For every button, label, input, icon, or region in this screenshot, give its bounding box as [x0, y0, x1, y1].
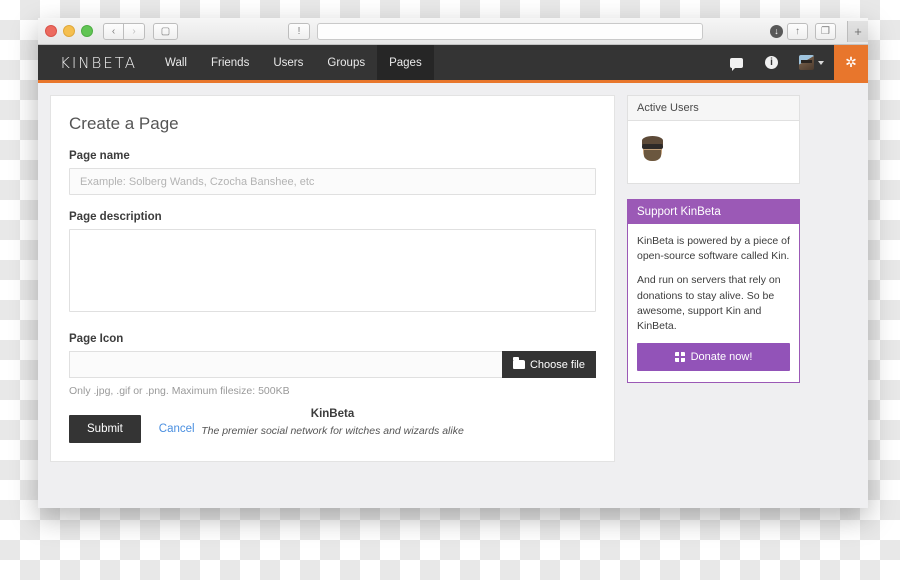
avatar — [799, 55, 814, 70]
primary-nav: Wall Friends Users Groups Pages — [153, 45, 434, 80]
close-window-button[interactable] — [45, 25, 57, 37]
toolbar-right-actions: ↓ ↑ ❐ + — [770, 20, 868, 42]
nav-item-groups[interactable]: Groups — [315, 45, 377, 80]
page-icon-field-group: Page Icon Choose file Only .jpg, .gif or… — [69, 333, 596, 397]
site-footer: KinBeta The premier social network for w… — [50, 398, 615, 447]
settings-button[interactable]: ✲ — [834, 45, 868, 80]
share-icon[interactable]: ↑ — [787, 22, 808, 40]
page-description-label: Page description — [69, 211, 162, 223]
browser-toolbar: ‹ › ▢ ! ↓ ↑ ❐ + — [38, 18, 868, 45]
avatar-beard — [644, 150, 661, 161]
info-icon: i — [765, 56, 778, 69]
back-button[interactable]: ‹ — [103, 22, 124, 40]
support-panel-body: KinBeta is powered by a piece of open-so… — [628, 224, 799, 382]
address-bar-area: ! — [288, 22, 703, 40]
support-panel-title: Support KinBeta — [628, 200, 799, 224]
url-input[interactable] — [317, 22, 703, 40]
chat-icon — [730, 57, 743, 71]
file-upload-row: Choose file — [69, 351, 596, 378]
file-name-display — [69, 351, 502, 378]
folder-open-icon — [512, 357, 525, 369]
nav-item-wall[interactable]: Wall — [153, 45, 199, 80]
page-name-label: Page name — [69, 150, 130, 162]
gift-icon — [674, 352, 685, 363]
navbar-right-actions: i ✲ — [719, 45, 868, 80]
forward-button[interactable]: › — [124, 22, 145, 40]
choose-file-label: Choose file — [529, 358, 585, 371]
active-users-title: Active Users — [628, 96, 799, 121]
page-name-input[interactable] — [69, 168, 596, 195]
page-description-field-group: Page description — [69, 211, 596, 317]
browser-window: ‹ › ▢ ! ↓ ↑ ❐ + KINBETA Wall Friends Use… — [38, 18, 868, 508]
support-panel: Support KinBeta KinBeta is powered by a … — [627, 199, 800, 384]
footer-title: KinBeta — [310, 408, 355, 420]
show-tabs-icon[interactable]: ❐ — [815, 22, 836, 40]
account-menu-button[interactable] — [789, 45, 834, 80]
page-icon-label: Page Icon — [69, 333, 124, 345]
page-description-input[interactable] — [69, 229, 596, 312]
app-navbar: KINBETA Wall Friends Users Groups Pages … — [38, 45, 868, 83]
active-user-avatar[interactable] — [637, 131, 668, 162]
page-title: Create a Page — [69, 114, 179, 133]
zoom-window-button[interactable] — [81, 25, 93, 37]
right-sidebar: Active Users Support KinBeta KinBeta is … — [627, 95, 800, 398]
messages-button[interactable] — [719, 45, 754, 80]
file-help-text: Only .jpg, .gif or .png. Maximum filesiz… — [69, 385, 290, 397]
sidebar-toggle-icon[interactable]: ▢ — [153, 22, 178, 40]
minimize-window-button[interactable] — [63, 25, 75, 37]
downloads-icon[interactable]: ↓ — [770, 24, 783, 38]
active-users-panel: Active Users — [627, 95, 800, 184]
donate-button-label: Donate now! — [690, 351, 753, 364]
nav-item-pages[interactable]: Pages — [377, 45, 434, 80]
nav-item-friends[interactable]: Friends — [199, 45, 261, 80]
window-controls — [45, 25, 93, 37]
sunglasses-icon — [642, 144, 663, 149]
reader-view-icon[interactable]: ! — [288, 22, 310, 40]
page-content: Create a Page Page name Page description… — [38, 83, 868, 508]
new-tab-button[interactable]: + — [847, 20, 868, 42]
donate-button[interactable]: Donate now! — [637, 343, 790, 372]
notifications-button[interactable]: i — [754, 45, 789, 80]
support-paragraph-1: KinBeta is powered by a piece of open-so… — [637, 235, 790, 263]
brand-logo[interactable]: KINBETA — [38, 45, 153, 80]
support-paragraph-2: And run on servers that rely on donation… — [637, 274, 781, 333]
navigation-buttons: ‹ › — [103, 22, 145, 40]
footer-tagline: The premier social network for witches a… — [201, 425, 464, 437]
nav-item-users[interactable]: Users — [261, 45, 315, 80]
choose-file-button[interactable]: Choose file — [501, 351, 596, 378]
page-name-field-group: Page name — [69, 150, 596, 195]
chevron-down-icon — [818, 60, 824, 65]
active-users-list — [628, 121, 799, 183]
